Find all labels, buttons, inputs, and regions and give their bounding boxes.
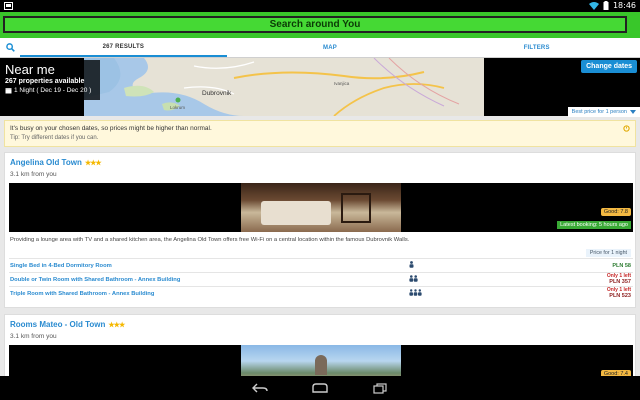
room-row[interactable]: Triple Room with Shared Bathroom - Annex… [9,286,633,300]
map-panel: Dubrovnik Ivanjica Lokrum Near me 267 pr… [0,58,640,117]
tab-filters[interactable]: FILTERS [433,38,640,57]
near-me-overlay: Near me 267 properties available 1 Night… [2,60,100,100]
dates-row: 1 Night ( Dec 19 - Dec 20 ) [5,87,97,94]
star-rating: ★★★ [84,159,102,167]
back-icon [252,383,268,393]
hotel-distance: 3.1 km from you [10,171,57,178]
room-row[interactable]: Double or Twin Room with Shared Bathroom… [9,272,633,286]
map-label-ivanjica: Ivanjica [334,81,350,86]
room-price-block: Only 1 left PLN 357 [607,273,631,285]
price-for-label: Price for 1 night [585,249,631,257]
room-price-block: PLN 58 [612,263,631,269]
room-name[interactable]: Double or Twin Room with Shared Bathroom… [9,277,180,283]
room-price: PLN 357 [609,279,631,285]
home-icon [312,383,328,393]
battery-icon [603,1,609,10]
hotel-name[interactable]: Angelina Old Town [10,158,82,167]
calendar-icon [5,88,12,94]
map-label-lokrum: Lokrum [170,105,186,110]
hotel-description: Providing a lounge area with TV and a sh… [10,237,410,243]
recent-apps-button[interactable] [371,381,389,395]
hotel-image [241,183,401,232]
map-label-dubrovnik: Dubrovnik [202,90,232,97]
hotel-name-row: Angelina Old Town ★★★ [10,158,102,167]
chevron-down-icon [630,110,636,114]
hotel-name-row: Rooms Mateo - Old Town ★★★ [10,320,125,329]
room-row[interactable]: Single Bed in 4-Bed Dormitory Room PLN 5… [9,258,633,272]
hotel-card[interactable]: Angelina Old Town ★★★ 3.1 km from you Go… [4,152,636,308]
wifi-icon [588,1,599,10]
room-name[interactable]: Single Bed in 4-Bed Dormitory Room [9,263,112,269]
latest-booking-badge: Latest booking: 5 hours ago [557,221,631,229]
best-price-dropdown[interactable]: Best price for 1 person [567,107,640,117]
tab-map[interactable]: MAP [227,38,434,57]
system-nav-bar [0,376,640,400]
home-button[interactable] [311,381,329,395]
clock-icon [623,125,630,132]
properties-count: 267 properties available [5,78,85,85]
change-dates-button[interactable]: Change dates [581,60,637,73]
tab-results[interactable]: 267 RESULTS [20,38,227,57]
three-persons-icon [409,289,422,296]
room-price-block: Only 1 left PLN 523 [607,287,631,299]
near-me-title: Near me [5,62,55,77]
map-view[interactable]: Dubrovnik Ivanjica Lokrum [84,58,484,116]
dates-text: 1 Night ( Dec 19 - Dec 20 ) [14,87,92,94]
alert-tip: Tip: Try different dates if you can. [10,135,99,141]
clock: 18:46 [612,1,636,10]
tab-bar: 267 RESULTS MAP FILTERS [0,38,640,58]
hotel-card[interactable]: Rooms Mateo - Old Town ★★★ 3.1 km from y… [4,314,636,385]
map-graphic [84,58,484,116]
two-persons-icon [409,275,418,282]
title-bar: Search around You [0,12,640,38]
rating-badge: Good: 7.8 [600,208,631,216]
notification-icon [4,2,13,10]
search-button[interactable] [0,38,20,57]
star-rating: ★★★ [108,321,125,329]
room-name[interactable]: Triple Room with Shared Bathroom - Annex… [9,291,154,297]
hotel-name[interactable]: Rooms Mateo - Old Town [10,320,105,329]
page-title: Search around You [3,16,627,33]
busy-alert: It's busy on your chosen dates, so price… [4,120,636,147]
back-button[interactable] [251,381,269,395]
best-price-label: Best price for 1 person [571,109,627,115]
single-person-icon [409,261,414,268]
hotel-distance: 3.1 km from you [10,333,57,340]
alert-message: It's busy on your chosen dates, so price… [10,125,212,132]
hotel-photo[interactable]: Good: 7.8 Latest booking: 5 hours ago [9,183,633,232]
room-price: PLN 523 [609,293,631,299]
search-icon [5,43,15,52]
status-bar: 18:46 [0,0,640,12]
room-price: PLN 58 [612,263,631,269]
recent-apps-icon [373,382,387,394]
room-list: Single Bed in 4-Bed Dormitory Room PLN 5… [9,258,633,300]
